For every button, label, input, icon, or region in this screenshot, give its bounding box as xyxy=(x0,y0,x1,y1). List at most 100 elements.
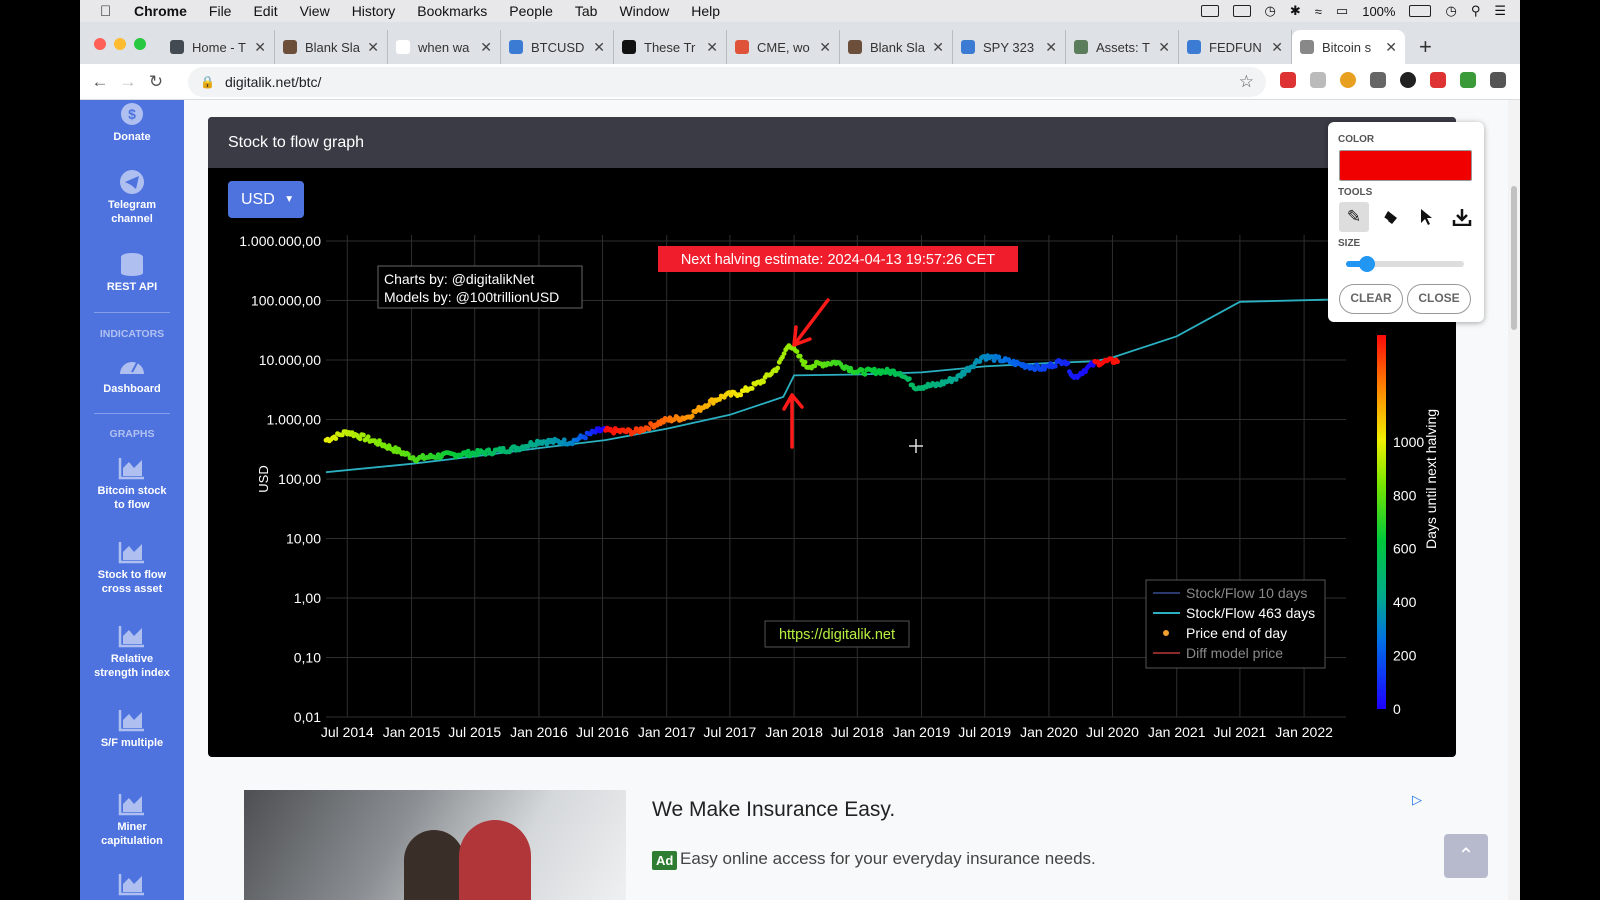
menu-file[interactable]: File xyxy=(209,3,232,19)
bluetooth-icon[interactable]: ✱ xyxy=(1290,3,1301,19)
tab[interactable]: CME, wo ✕ xyxy=(727,30,840,64)
close-window-button[interactable] xyxy=(94,38,106,50)
menu-help[interactable]: Help xyxy=(691,3,720,19)
tab-favicon-icon xyxy=(1300,40,1314,54)
sidebar-item-label: Dashboard xyxy=(103,383,161,395)
tab-close-icon[interactable]: ✕ xyxy=(706,39,718,56)
advertisement[interactable]: We Make Insurance Easy. Ad Easy online a… xyxy=(244,790,1444,900)
airplay-icon[interactable]: ▭ xyxy=(1336,3,1348,19)
display-icon[interactable] xyxy=(1232,5,1251,17)
apple-icon[interactable]:  xyxy=(100,3,126,20)
tab-close-icon[interactable]: ✕ xyxy=(932,39,944,56)
tab-title: These Tr xyxy=(644,39,696,55)
menu-tab[interactable]: Tab xyxy=(575,3,598,19)
menu-window[interactable]: Window xyxy=(619,3,669,19)
camera-icon[interactable] xyxy=(1200,5,1219,17)
menu-edit[interactable]: Edit xyxy=(253,3,277,19)
tab[interactable]: BTCUSD ✕ xyxy=(501,30,614,64)
area-chart-icon xyxy=(118,708,146,732)
sidebar-item-dashboard[interactable]: Dashboard xyxy=(80,354,184,396)
page-scrollbar[interactable] xyxy=(1508,100,1520,900)
legend-label: Stock/Flow 10 days xyxy=(1186,585,1307,601)
tab[interactable]: Blank Sla ✕ xyxy=(275,30,388,64)
sidebar-item-donate[interactable]: $ Donate xyxy=(80,102,184,144)
extension-red-icon[interactable] xyxy=(1430,72,1446,88)
url-text[interactable]: digitalik.net/btc/ xyxy=(225,74,322,90)
zoom-window-button[interactable] xyxy=(134,38,146,50)
forward-icon[interactable]: → xyxy=(114,72,142,92)
sidebar-item-telegram[interactable]: Telegram channel xyxy=(80,170,184,226)
color-swatch[interactable] xyxy=(1339,150,1472,181)
sidebar-item-bitcoin-stock-to-flow[interactable]: Bitcoin stock to flow xyxy=(80,456,184,512)
tab-close-icon[interactable]: ✕ xyxy=(254,39,266,56)
extension-eyedropper-icon[interactable] xyxy=(1370,72,1386,88)
tab[interactable]: Home - T ✕ xyxy=(162,30,275,64)
price-point xyxy=(797,353,803,359)
adchoices-icon[interactable]: ▷ xyxy=(1412,792,1422,808)
reload-icon[interactable]: ↻ xyxy=(142,72,170,92)
size-slider-handle[interactable] xyxy=(1359,256,1376,272)
ad-image[interactable] xyxy=(244,790,626,900)
new-tab-button[interactable]: + xyxy=(1419,30,1432,64)
back-icon[interactable]: ← xyxy=(86,72,114,92)
extension-pen-icon[interactable] xyxy=(1280,72,1296,88)
sidebar-item-rest-api[interactable]: REST API xyxy=(80,252,184,294)
tab[interactable]: when wa ✕ xyxy=(388,30,501,64)
page: $ Donate Telegram channel REST API INDIC… xyxy=(80,100,1520,900)
scroll-to-top-button[interactable]: ⌃ xyxy=(1444,834,1488,878)
tab-active[interactable]: Bitcoin s ✕ xyxy=(1292,30,1405,64)
tab[interactable]: FEDFUN ✕ xyxy=(1179,30,1292,64)
time-machine-icon[interactable]: ◷ xyxy=(1265,3,1276,19)
minimize-window-button[interactable] xyxy=(114,38,126,50)
menu-view[interactable]: View xyxy=(300,3,330,19)
menu-app[interactable]: Chrome xyxy=(134,3,187,19)
size-slider[interactable] xyxy=(1346,256,1464,272)
menu-people[interactable]: People xyxy=(509,3,553,19)
tab[interactable]: These Tr ✕ xyxy=(614,30,727,64)
tab-close-icon[interactable]: ✕ xyxy=(593,39,605,56)
tab[interactable]: SPY 323 ✕ xyxy=(953,30,1066,64)
tab[interactable]: Blank Sla ✕ xyxy=(840,30,953,64)
ad-badge: Ad xyxy=(652,851,678,870)
ad-title[interactable]: We Make Insurance Easy. xyxy=(652,798,895,822)
scrollbar-thumb[interactable] xyxy=(1511,186,1517,330)
battery-icon[interactable] xyxy=(1409,5,1432,17)
pencil-icon[interactable]: ✎ xyxy=(1339,202,1369,232)
extension-k-icon[interactable] xyxy=(1400,72,1416,88)
stock-to-flow-chart[interactable]: Jul 2014 Jan 2015 Jul 2015 Jan 2016 Jul 2016… xyxy=(208,117,1456,757)
clock-icon[interactable]: ◷ xyxy=(1445,3,1456,19)
close-button[interactable]: CLOSE xyxy=(1407,284,1471,314)
tab-close-icon[interactable]: ✕ xyxy=(819,39,831,56)
pointer-icon[interactable] xyxy=(1411,202,1441,232)
lock-icon[interactable]: 🔒 xyxy=(200,75,215,89)
tab-close-icon[interactable]: ✕ xyxy=(480,39,492,56)
sidebar-item-sf-multiple[interactable]: S/F multiple xyxy=(80,708,184,750)
address-bar[interactable]: 🔒 digitalik.net/btc/ ☆ xyxy=(188,67,1266,97)
tab[interactable]: Assets: T ✕ xyxy=(1066,30,1179,64)
sidebar-item-rsi[interactable]: Relative strength index xyxy=(80,624,184,680)
wifi-icon[interactable]: ≈ xyxy=(1315,4,1322,19)
sidebar-item-more[interactable] xyxy=(80,872,184,900)
tab-close-icon[interactable]: ✕ xyxy=(1158,39,1170,56)
tab-close-icon[interactable]: ✕ xyxy=(1271,39,1283,56)
clear-button[interactable]: CLEAR xyxy=(1339,284,1403,314)
tab-close-icon[interactable]: ✕ xyxy=(1045,39,1057,56)
extension-green-icon[interactable] xyxy=(1460,72,1476,88)
dollar-icon: $ xyxy=(118,102,146,126)
sidebar-item-s2f-cross-asset[interactable]: Stock to flow cross asset xyxy=(80,540,184,596)
menu-history[interactable]: History xyxy=(352,3,396,19)
eraser-icon[interactable] xyxy=(1375,202,1405,232)
tab-close-icon[interactable]: ✕ xyxy=(1385,39,1397,56)
download-icon[interactable] xyxy=(1447,202,1477,232)
extension-tag-icon[interactable] xyxy=(1310,72,1326,88)
ad-text[interactable]: Easy online access for your everyday ins… xyxy=(680,849,1096,869)
tab-close-icon[interactable]: ✕ xyxy=(367,39,379,56)
sidebar-item-miner-capitulation[interactable]: Miner capitulation xyxy=(80,792,184,848)
menu-bookmarks[interactable]: Bookmarks xyxy=(417,3,487,19)
notification-center-icon[interactable]: ☰ xyxy=(1494,3,1506,19)
spotlight-icon[interactable]: ⚲ xyxy=(1471,3,1481,19)
bookmark-star-icon[interactable]: ☆ xyxy=(1239,72,1254,92)
tab-title: Blank Sla xyxy=(305,39,360,55)
extension-color-icon[interactable] xyxy=(1340,72,1356,88)
extensions-puzzle-icon[interactable] xyxy=(1490,72,1506,88)
